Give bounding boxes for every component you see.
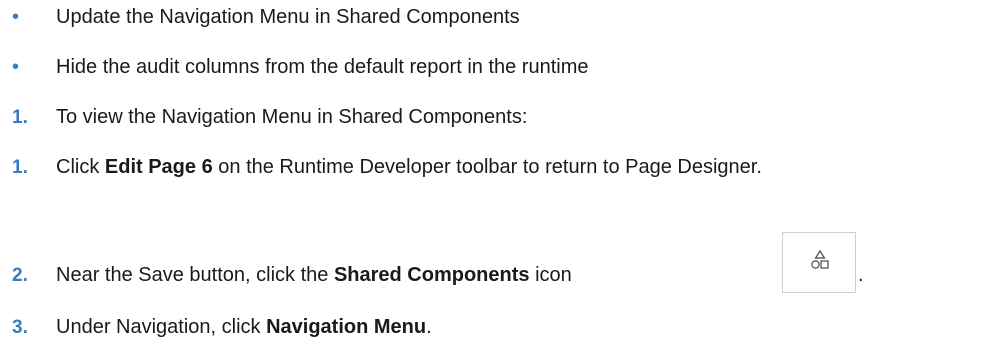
step-number: 1. [12, 107, 28, 128]
step-text: Click Edit Page 6 on the Runtime Develop… [56, 156, 762, 178]
step-number: 1. [12, 157, 28, 178]
step-number: 2. [12, 265, 28, 286]
step-trailing-period: . [858, 264, 864, 286]
shared-components-label: Shared Components [333, 264, 530, 286]
shared-components-icon [811, 250, 829, 269]
step-item-navigation-menu: 3. Under Navigation, click Navigation Me… [0, 316, 432, 339]
intro-step: 1. To view the Navigation Menu in Shared… [0, 106, 527, 129]
step-text: Under Navigation, click Navigation Menu. [56, 316, 432, 338]
bullet-item-update-navigation: • Update the Navigation Menu in Shared C… [0, 6, 520, 29]
bullet-marker: • [12, 56, 20, 78]
intro-text: To view the Navigation Menu in Shared Co… [56, 106, 528, 128]
bullet-marker: • [12, 6, 20, 28]
bullet-text: Update the Navigation Menu in Shared Com… [56, 6, 520, 28]
edit-page-link-text: Edit Page 6 [104, 156, 213, 178]
step-number: 3. [12, 317, 28, 338]
shared-components-button[interactable] [782, 232, 856, 293]
step-item-shared-components: 2. Near the Save button, click the Share… [0, 264, 572, 287]
step-text: Near the Save button, click the Shared C… [56, 264, 572, 286]
bullet-item-hide-audit-columns: • Hide the audit columns from the defaul… [0, 56, 589, 79]
navigation-menu-label: Navigation Menu [266, 316, 427, 338]
step-item-edit-page: 1. Click Edit Page 6 on the Runtime Deve… [0, 156, 762, 179]
bullet-text: Hide the audit columns from the default … [56, 56, 589, 78]
